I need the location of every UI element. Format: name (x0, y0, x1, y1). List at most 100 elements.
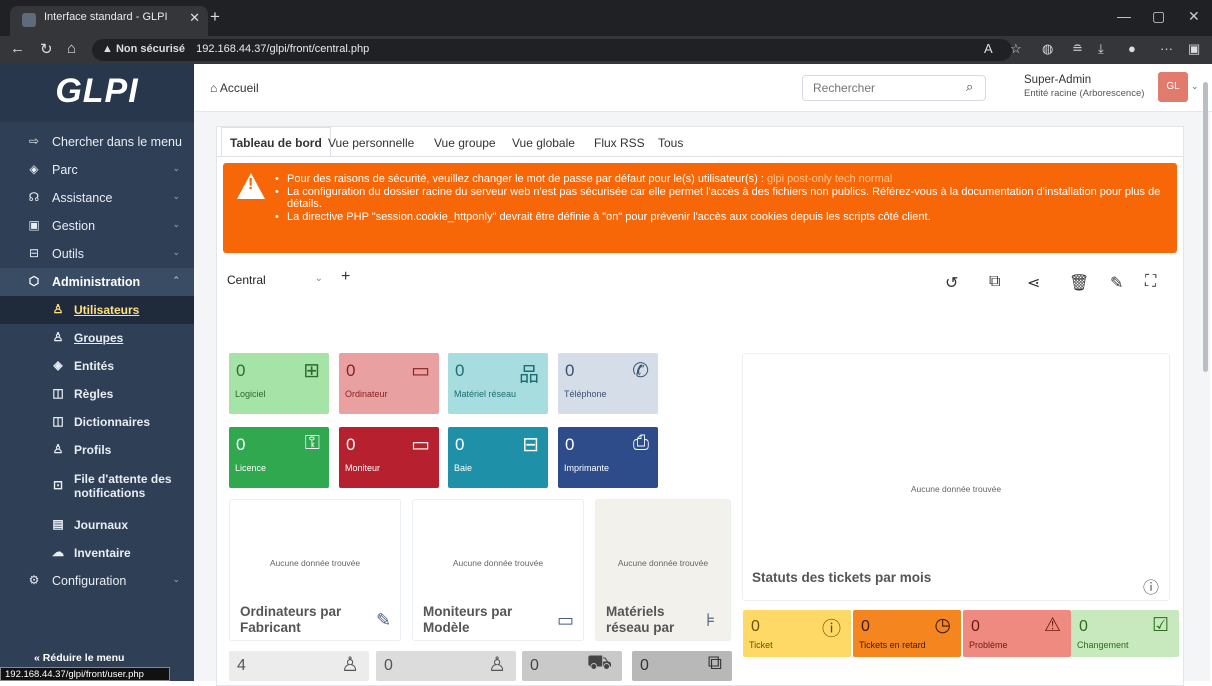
sidebar-sub-inventaire[interactable]: ☁ Inventaire (0, 539, 194, 567)
card-ordinateurs-fabricant: Aucune donnée trouvée Ordinateurs par Fa… (229, 499, 401, 641)
alert-line: La directive PHP "session.cookie_httponl… (275, 211, 1165, 224)
browser-tab-title: Interface standard - GLPI (44, 11, 168, 23)
dashboard-select[interactable]: Central ⌄ (227, 269, 323, 293)
sidebar-item-outils[interactable]: ⊟ Outils ⌄ (0, 240, 194, 268)
tile-users[interactable]: 4 ♙ (229, 651, 369, 681)
reload-icon[interactable]: ↻ (40, 40, 53, 58)
tile-ordinateur[interactable]: 0 Ordinateur ▭ (339, 353, 439, 414)
new-tab-icon[interactable]: + (210, 7, 220, 27)
reduce-menu-button[interactable]: « Réduire le menu (34, 652, 124, 664)
tile-licence[interactable]: 0 Licence ⚿ (229, 427, 329, 488)
tab-flux-rss[interactable]: Flux RSS (585, 127, 654, 157)
shield-icon: ⬡ (28, 274, 40, 288)
edit-icon[interactable]: ✎ (1110, 273, 1123, 293)
card-materiels-reseau: Aucune donnée trouvée Matériels réseau p… (595, 499, 731, 641)
address-bar: ← ↻ ⌂ ▲ Non sécurisé 192.168.44.37/glpi/… (0, 36, 1212, 64)
tile-probleme[interactable]: 0 Problème ⚠ (963, 610, 1071, 657)
tile-materiel-reseau[interactable]: 0 Matériel réseau 品 (448, 353, 548, 414)
add-dashboard-button[interactable]: + (341, 268, 350, 286)
home-icon[interactable]: ⌂ (67, 40, 76, 57)
glpi-logo[interactable]: GLPI (0, 64, 194, 122)
sidebar-sub-utilisateurs[interactable]: ♙ Utilisateurs (0, 296, 194, 324)
tab-tableau-de-bord[interactable]: Tableau de bord (221, 127, 331, 157)
breadcrumb[interactable]: ⌂ Accueil (210, 81, 259, 95)
tab-vue-groupe[interactable]: Vue groupe (425, 127, 505, 157)
tile-documents[interactable]: 0 ⧉ (632, 651, 732, 681)
profile-icon[interactable]: ● (1128, 41, 1136, 56)
tile-baie[interactable]: 0 Baie ⊟ (448, 427, 548, 488)
favorites-bar-icon[interactable]: ≘ (1072, 41, 1083, 57)
tile-groups[interactable]: 0 ♙ (376, 651, 516, 681)
user-icon: ♙ (341, 654, 359, 676)
sidebar-toggle-icon[interactable]: ▣ (1188, 41, 1200, 57)
tile-changement[interactable]: 0 Changement ☑ (1071, 610, 1179, 657)
tile-suppliers[interactable]: 0 ⛟ (522, 651, 622, 681)
tab-tous[interactable]: Tous (649, 127, 692, 157)
search-icon[interactable]: ⌕ (966, 79, 973, 95)
sidebar-item-administration[interactable]: ⬡ Administration ⌃ (0, 268, 194, 296)
clone-icon[interactable]: ⧉ (989, 273, 1000, 291)
history-icon[interactable]: ↺ (945, 273, 958, 293)
minimize-icon[interactable]: — (1117, 8, 1131, 24)
documents-icon: ⧉ (707, 652, 722, 674)
sidebar-search[interactable]: ⇨ Chercher dans le menu (0, 128, 194, 156)
tab-vue-personnelle[interactable]: Vue personnelle (319, 127, 423, 157)
scrollbar[interactable] (1202, 72, 1210, 672)
trash-icon[interactable]: 🗑 (1069, 273, 1089, 293)
tile-moniteur[interactable]: 0 Moniteur ▭ (339, 427, 439, 488)
sidebar-sub-regles[interactable]: ◫ Règles (0, 380, 194, 408)
users-icon: ♙ (488, 654, 506, 676)
edit-icon: ✎ (376, 610, 392, 630)
avatar[interactable]: GL (1158, 72, 1188, 102)
read-aloud-icon[interactable]: A (984, 41, 993, 56)
more-icon[interactable]: ··· (1160, 41, 1173, 56)
sidebar-sub-dictionnaires[interactable]: ◫ Dictionnaires (0, 408, 194, 436)
chevron-down-icon: ⌄ (172, 191, 180, 201)
downloads-icon[interactable]: ⤓ (1098, 41, 1104, 57)
sidebar-sub-journaux[interactable]: ▤ Journaux (0, 511, 194, 539)
tile-telephone[interactable]: 0 Téléphone ✆ (558, 353, 658, 414)
wallet-icon: ▣ (28, 218, 40, 232)
sidebar-sub-entites[interactable]: ◈ Entités (0, 352, 194, 380)
browser-tab[interactable]: Interface standard - GLPI ✕ (10, 6, 208, 36)
close-window-icon[interactable]: ✕ (1188, 8, 1200, 25)
share-icon[interactable]: ⋖ (1027, 273, 1040, 293)
sidebar-item-parc[interactable]: ◈ Parc ⌄ (0, 156, 194, 184)
fullscreen-icon[interactable]: ⛶ (1145, 273, 1156, 291)
sidebar-item-assistance[interactable]: ☊ Assistance ⌄ (0, 184, 194, 212)
sidebar-sub-profils[interactable]: ♙ Profils (0, 436, 194, 464)
card-title: Ordinateurs par Fabricant (240, 604, 342, 635)
back-icon[interactable]: ← (10, 40, 25, 57)
tile-imprimante[interactable]: 0 Imprimante ⎙ (558, 427, 658, 488)
scrollbar-thumb[interactable] (1203, 82, 1208, 372)
tile-logiciel[interactable]: 0 Logiciel ⊞ (229, 353, 329, 414)
user-entity: Entité racine (Arborescence) (1024, 88, 1145, 99)
network-tree-icon: ⊧ (706, 610, 716, 630)
card-statuts-tickets: Aucune donnée trouvée Statuts des ticket… (742, 353, 1170, 601)
chevron-down-icon: ⌄ (172, 247, 180, 257)
tab-vue-globale[interactable]: Vue globale (503, 127, 584, 157)
chevron-down-icon[interactable]: ⌄ (1191, 81, 1199, 92)
server-icon: ⊟ (522, 434, 539, 456)
status-url: 192.168.44.37/glpi/front/user.php (0, 667, 170, 681)
sidebar-sub-notifications[interactable]: ⊡ File d'attente des notifications (0, 465, 194, 505)
sidebar-item-configuration[interactable]: ⚙ Configuration ⌄ (0, 567, 194, 595)
sidebar-sub-groupes[interactable]: ♙ Groupes (0, 324, 194, 352)
network-icon: 品 (519, 364, 539, 386)
user-icon: ♙ (52, 302, 64, 316)
favorite-icon[interactable]: ☆ (1010, 41, 1022, 57)
extensions-icon[interactable]: ◍ (1042, 41, 1053, 57)
cart-icon: ⛟ (586, 652, 612, 674)
sidebar-item-gestion[interactable]: ▣ Gestion ⌄ (0, 212, 194, 240)
restore-icon[interactable]: ▢ (1152, 8, 1165, 25)
close-tab-icon[interactable]: ✕ (189, 10, 200, 26)
tile-ticket[interactable]: 0 Ticket ⓘ (743, 610, 851, 657)
monitor-icon: ▭ (557, 610, 575, 630)
box-icon: ◈ (29, 162, 39, 176)
news-icon: ▤ (52, 517, 64, 531)
tile-tickets-en-retard[interactable]: 0 Tickets en retard ◷ (853, 610, 961, 657)
url-field[interactable]: ▲ Non sécurisé 192.168.44.37/glpi/front/… (92, 39, 1012, 61)
search-input[interactable] (802, 75, 986, 101)
user-menu[interactable]: Super-Admin Entité racine (Arborescence) (1024, 74, 1144, 100)
chevron-down-icon: ⌄ (314, 273, 323, 284)
